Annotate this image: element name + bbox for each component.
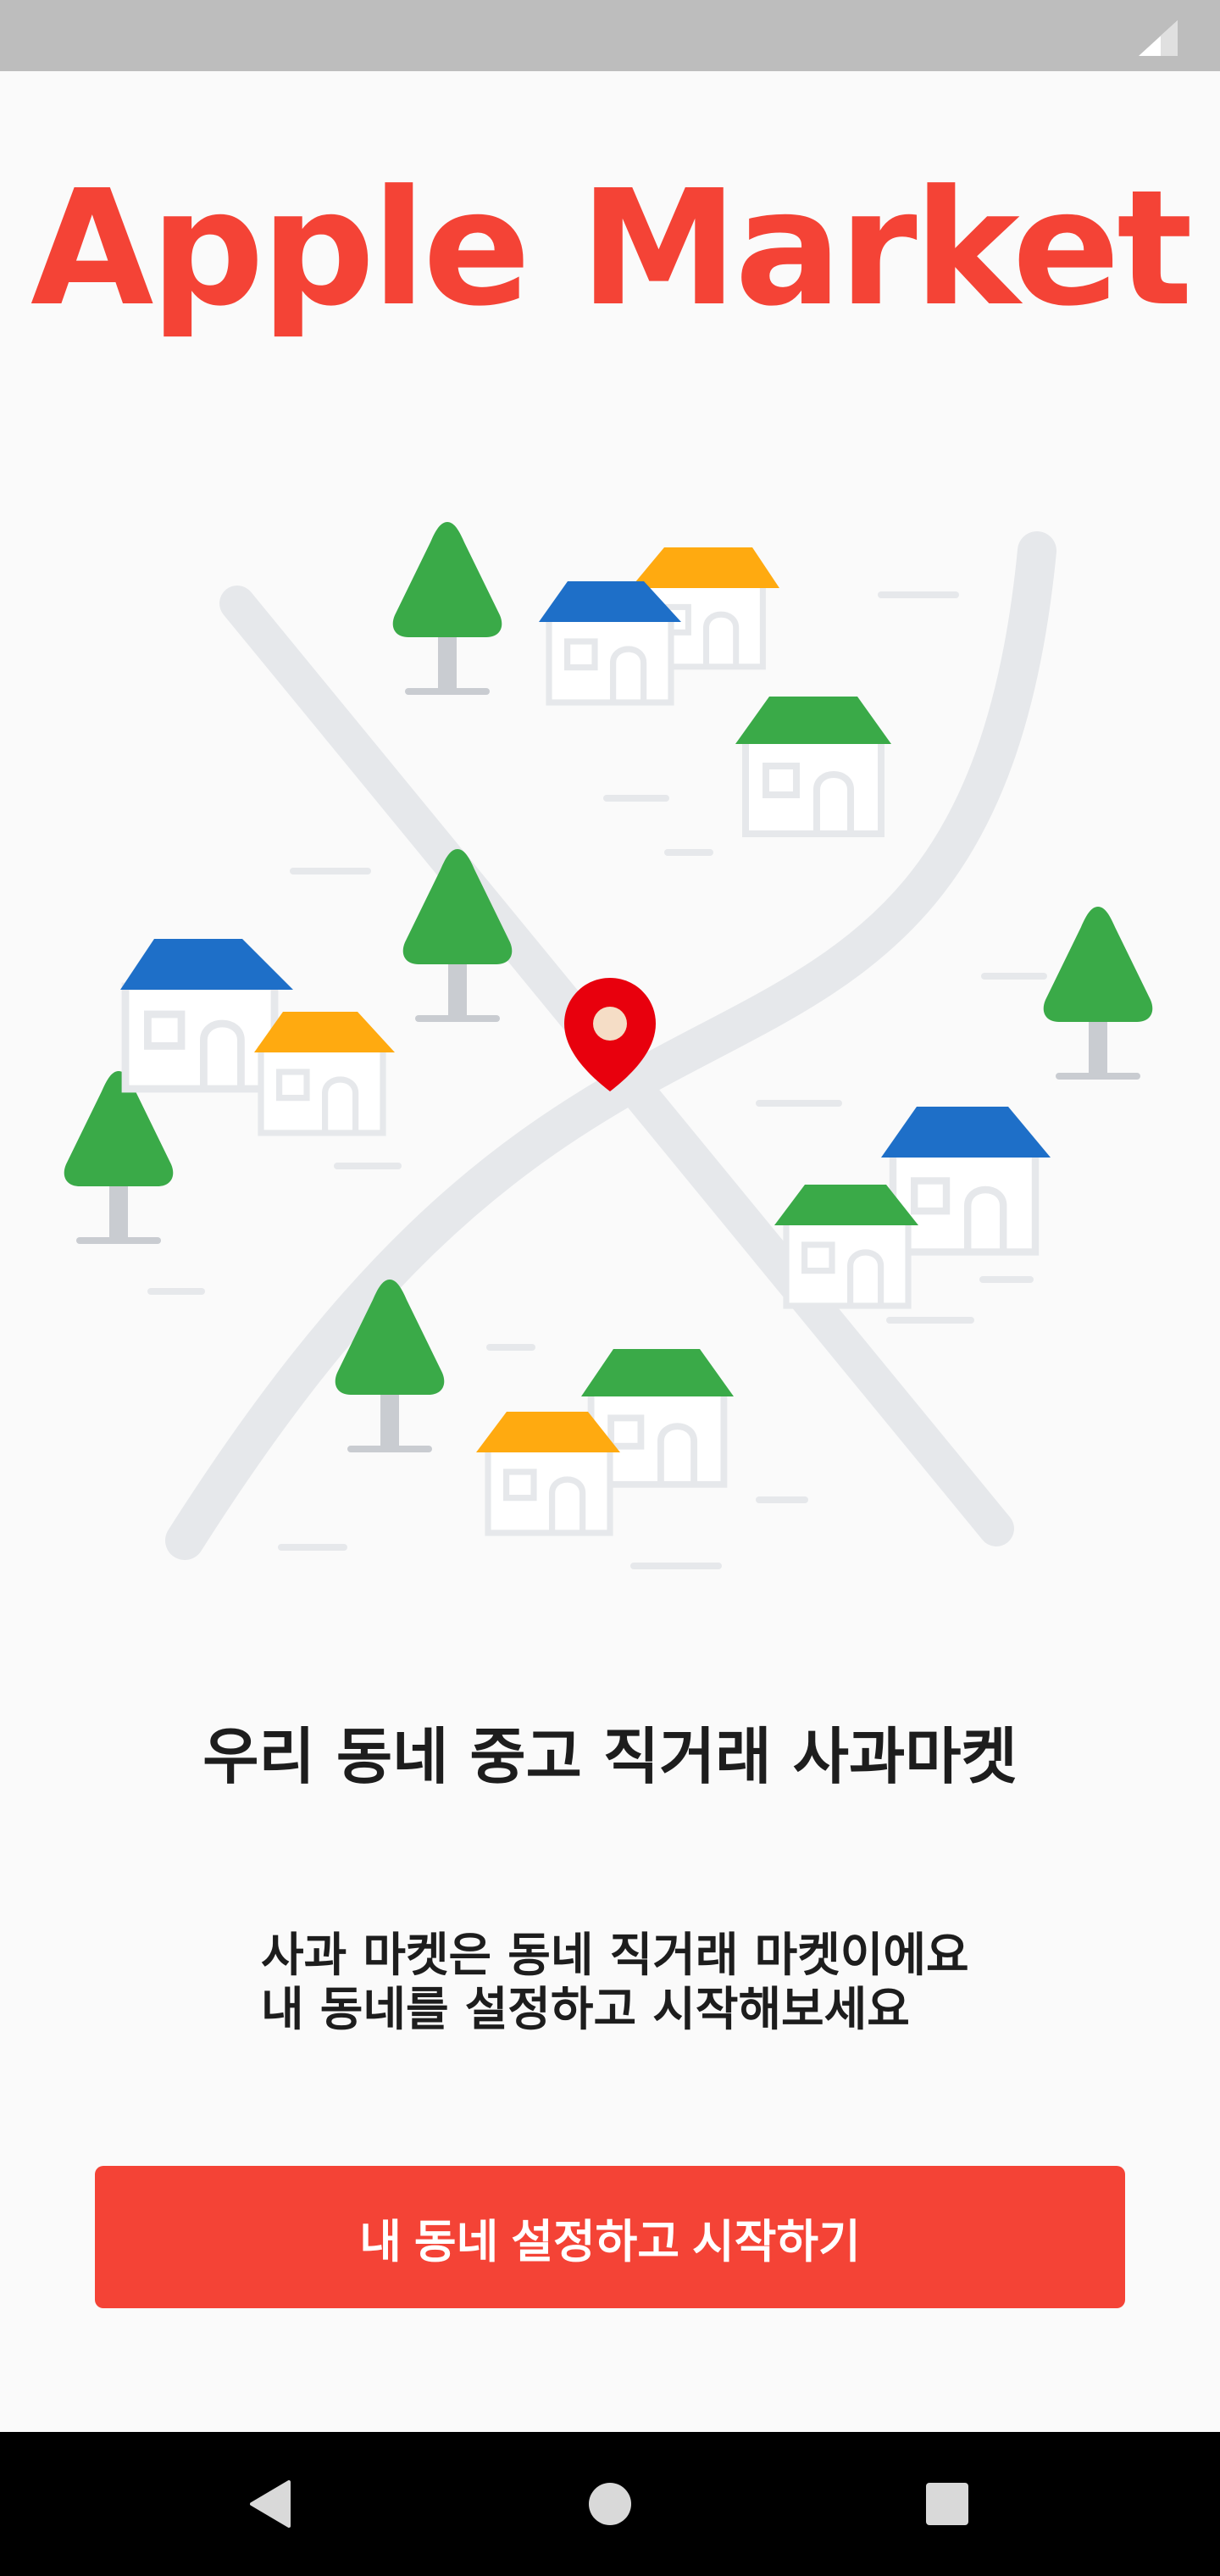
recents-icon bbox=[926, 2483, 968, 2525]
app-title: Apple Market bbox=[30, 156, 1193, 341]
status-bar bbox=[0, 0, 1220, 71]
home-icon bbox=[589, 2483, 631, 2525]
back-button[interactable] bbox=[232, 2466, 308, 2542]
description-line-1: 사과 마켓은 동네 직거래 마켓이에요 bbox=[261, 1928, 969, 1982]
welcome-screen: Apple Market 우리 동네 중고 직거래 사과마켓 사과 마켓은 동네… bbox=[0, 0, 1220, 2576]
navigation-bar bbox=[0, 2432, 1220, 2576]
neighborhood-illustration bbox=[64, 522, 1153, 1569]
recents-button[interactable] bbox=[909, 2466, 985, 2542]
signal-icon bbox=[1139, 20, 1178, 56]
headline: 우리 동네 중고 직거래 사과마켓 bbox=[202, 1721, 1018, 1792]
set-neighborhood-button[interactable]: 내 동네 설정하고 시작하기 bbox=[95, 2166, 1125, 2308]
home-button[interactable] bbox=[572, 2466, 648, 2542]
description-line-2: 내 동네를 설정하고 시작해보세요 bbox=[261, 1982, 910, 2036]
back-icon bbox=[250, 2480, 291, 2528]
description: 사과 마켓은 동네 직거래 마켓이에요 내 동네를 설정하고 시작해보세요 bbox=[261, 1928, 1108, 2036]
